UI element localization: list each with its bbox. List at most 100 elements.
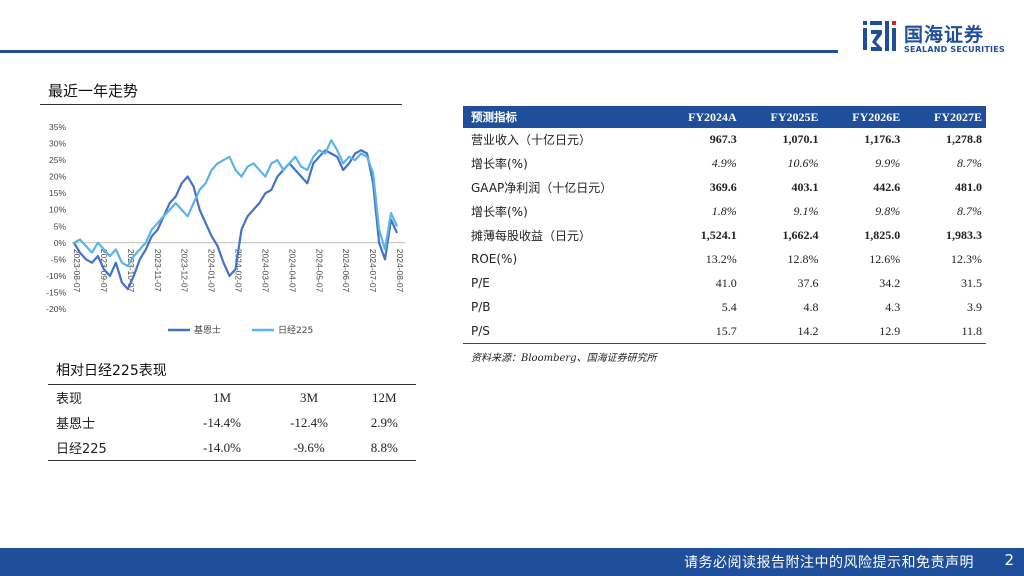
forecast-cell: 8.7% [957,156,982,171]
perf-cell: -14.4% [203,414,241,430]
legend-label: 日经225 [278,324,313,336]
forecast-cell: 5.4 [721,299,737,314]
x-tick-label: 2024-04-07 [287,249,297,293]
header-rule [0,50,838,53]
forecast-cell: 1,524.1 [700,228,737,242]
perf-row-label: 基恩士 [56,417,96,432]
x-tick-label: 2024-03-07 [260,249,270,293]
forecast-row-label: P/E [471,276,490,291]
forecast-row-label: 增长率(%) [471,157,528,172]
forecast-cell: 13.2% [705,251,737,266]
perf-cell: 8.8% [352,435,416,461]
y-tick-label: 35% [49,122,66,132]
table-row: P/B 5.4 4.8 4.3 3.9 [463,295,986,319]
forecast-cell: 4.9% [711,156,737,171]
table-row: 增长率(%) 1.8% 9.1% 9.8% 8.7% [463,200,986,224]
forecast-row-label: GAAP净利润（十亿日元） [471,181,613,196]
forecast-cell: 12.8% [787,251,819,266]
forecast-cell: 31.5 [961,275,982,290]
source-note: 资料来源：Bloomberg、国海证券研究所 [471,353,657,364]
x-tick-label: 2024-08-07 [395,249,405,293]
perf-table: 表现 1M 3M 12M 基恩士 -14.4% -12.4% 2.9% 日经22… [48,384,416,461]
table-row: 日经225 -14.0% -9.6% 8.8% [48,435,416,461]
forecast-cell: 9.9% [875,156,901,171]
forecast-header-cell: FY2024A [658,106,741,128]
forecast-cell: 1.8% [711,204,737,219]
forecast-cell: 37.6 [797,275,819,290]
perf-section-title: 相对日经225表现 [56,363,167,379]
perf-table-header: 表现 1M 3M 12M [48,384,416,410]
perf-cell: -9.6% [265,435,353,461]
disclaimer-text: 请务必阅读报告附注中的风险提示和免责声明 [684,555,974,571]
forecast-cell: 15.7 [658,319,741,345]
y-tick-label: 20% [49,172,66,182]
y-tick-label: -20% [46,304,66,314]
forecast-cell: 12.3% [951,251,982,266]
y-tick-label: 25% [49,155,66,165]
price-trend-chart: 35% 30% 25% 20% 15% 10% 5% 0% -5% -10% -15% -20% 202… [46,122,405,336]
forecast-cell: 9.8% [875,204,901,219]
page-number: 2 [1004,551,1014,569]
forecast-cell: 11.8 [904,319,986,345]
x-tick-label: 2024-07-07 [368,249,378,293]
series-line-1 [73,139,399,268]
x-tick-label: 2024-01-07 [207,249,217,293]
footer-bar: 请务必阅读报告附注中的风险提示和免责声明 2 [0,548,1024,576]
perf-cell: -12.4% [290,414,328,430]
y-tick-label: -5% [51,254,67,264]
forecast-cell: 3.9 [967,299,982,314]
perf-header-cell: 表现 [48,384,179,410]
table-row: 基恩士 -14.4% -12.4% 2.9% [48,410,416,435]
y-tick-label: 30% [49,139,66,149]
x-tick-label: 2023-12-07 [180,249,190,293]
forecast-cell: 4.8 [803,299,819,314]
y-tick-label: 15% [49,188,66,198]
sealand-logo-icon [863,21,896,51]
chart-section-rule [40,104,402,105]
perf-cell: -14.0% [178,435,266,461]
forecast-cell: 1,176.3 [864,132,901,147]
forecast-cell: 4.3 [885,299,901,314]
y-tick-label: 0% [54,238,67,248]
forecast-cell: 8.7% [957,204,982,219]
forecast-cell: 12.9 [822,319,905,345]
forecast-cell: 12.6% [869,251,901,266]
forecast-row-label: 摊薄每股收益（日元） [471,229,592,243]
x-tick-label: 2024-05-07 [314,249,324,293]
x-tick-label: 2023-08-07 [72,249,82,293]
forecast-cell: 41.0 [715,275,737,290]
perf-header-cell: 1M [178,384,266,410]
forecast-cell: 967.3 [709,132,737,147]
y-tick-label: -10% [46,271,66,281]
forecast-row-label: P/S [463,319,658,345]
forecast-cell: 10.6% [787,156,819,171]
y-tick-label: 5% [54,221,67,231]
forecast-cell: 1,983.3 [946,228,982,242]
forecast-cell: 1,278.8 [946,132,982,147]
forecast-header-cell: FY2026E [822,106,905,128]
forecast-cell: 34.2 [879,275,901,290]
forecast-cell: 369.6 [709,180,737,195]
y-tick-label: -15% [46,287,66,297]
x-tick-label: 2023-11-07 [153,249,163,292]
forecast-cell: 403.1 [791,180,819,195]
legend-label: 基恩士 [194,324,221,336]
forecast-cell: 1,070.1 [782,132,819,147]
brand-logo: 国海证券 SEALAND SECURITIES [862,18,1012,58]
table-row: ROE(%) 13.2% 12.8% 12.6% 12.3% [463,247,986,271]
forecast-table: 预测指标 FY2024A FY2025E FY2026E FY2027E 营业收… [463,106,986,345]
perf-header-cell: 3M [265,384,353,410]
y-tick-label: 10% [49,205,66,215]
table-row: P/E 41.0 37.6 34.2 31.5 [463,271,986,295]
forecast-header-cell: 预测指标 [463,106,658,128]
forecast-cell: 9.1% [793,204,819,219]
forecast-table-header: 预测指标 FY2024A FY2025E FY2026E FY2027E [463,106,986,128]
forecast-row-label: 营业收入（十亿日元） [471,133,592,148]
forecast-cell: 442.6 [873,180,901,195]
forecast-cell: 14.2 [740,319,823,345]
x-tick-label: 2024-06-07 [341,249,351,293]
brand-name-cn: 国海证券 [904,24,985,46]
forecast-header-cell: FY2027E [904,106,986,128]
perf-row-label: 日经225 [48,435,179,461]
forecast-header-cell: FY2025E [740,106,823,128]
